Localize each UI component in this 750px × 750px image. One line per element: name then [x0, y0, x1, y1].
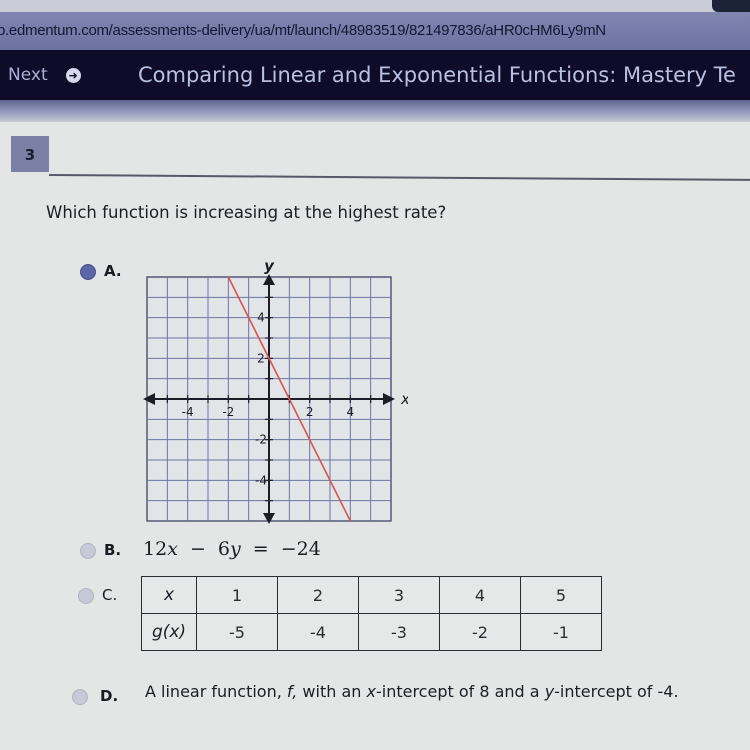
- table-cell: -3: [358, 613, 440, 651]
- x-tick-label: 4: [347, 405, 355, 419]
- table-cell: 3: [358, 576, 440, 614]
- table-row-x: x 1 2 3 4 5: [141, 576, 602, 614]
- option-a-graph: -4 -2 2 4 4 2 -2 -4 x y: [143, 258, 408, 524]
- text-part: -intercept of -4.: [554, 682, 679, 701]
- option-c-table: x 1 2 3 4 5 g(x) -5 -4 -3 -2 -1: [141, 576, 602, 651]
- y-tick-label: 2: [257, 351, 265, 365]
- option-b-radio[interactable]: [80, 543, 96, 559]
- option-c-label: C.: [102, 586, 118, 604]
- text-part-f: f,: [286, 682, 298, 701]
- table-cell: 5: [520, 576, 602, 614]
- url-text: p.edmentum.com/assessments-delivery/ua/m…: [0, 22, 606, 39]
- option-a-radio[interactable]: [80, 264, 96, 280]
- table-cell: 1: [196, 576, 278, 614]
- table-cell: 2: [277, 576, 359, 614]
- question-number-badge: 3: [11, 136, 49, 172]
- table-cell: -4: [277, 613, 359, 651]
- text-part-y: y: [544, 682, 555, 701]
- table-cell: -1: [520, 613, 602, 651]
- x-tick-label: -2: [222, 405, 234, 419]
- eq-minus: −: [189, 538, 206, 560]
- y-tick-label: -2: [255, 433, 267, 447]
- y-tick-label: 4: [257, 311, 265, 325]
- table-cell: -2: [439, 613, 521, 651]
- arrow-circle-right-icon: ➜: [65, 68, 81, 83]
- text-part: -intercept of 8 and a: [375, 682, 545, 701]
- eq-equals: =: [252, 538, 269, 560]
- option-d-radio[interactable]: [72, 689, 88, 705]
- table-header-gx: g(x): [141, 613, 197, 651]
- x-tick-label: -4: [182, 405, 194, 419]
- option-d-text: A linear function, f, with an x-intercep…: [145, 682, 679, 701]
- y-tick-label: -4: [255, 473, 267, 487]
- eq-coef-1: 12: [143, 538, 168, 560]
- eq-var-y: y: [230, 538, 241, 560]
- nav-shadow: [0, 100, 750, 122]
- text-part: A linear function,: [145, 682, 287, 701]
- address-bar[interactable]: p.edmentum.com/assessments-delivery/ua/m…: [0, 12, 750, 50]
- table-cell: 4: [439, 576, 521, 614]
- option-d-label: D.: [100, 687, 119, 705]
- x-axis-label: x: [400, 390, 408, 408]
- table-header-x: x: [141, 576, 197, 614]
- browser-top-strip: [0, 0, 750, 12]
- text-part: with an: [297, 682, 367, 701]
- table-cell: -5: [196, 613, 278, 651]
- next-label: Next: [8, 65, 48, 85]
- option-b-label: B.: [104, 541, 122, 559]
- table-row-gx: g(x) -5 -4 -3 -2 -1: [141, 613, 602, 651]
- option-a-label: A.: [104, 262, 122, 280]
- option-b-equation: 12x − 6y = −24: [143, 538, 321, 560]
- question-text: Which function is increasing at the high…: [46, 203, 447, 222]
- x-tick-label: 2: [306, 405, 314, 419]
- eq-coef-2: 6: [217, 538, 231, 560]
- eq-var-x: x: [167, 538, 178, 560]
- browser-tab-corner: [712, 0, 750, 12]
- text-part-x: x: [366, 682, 376, 701]
- y-axis-label: y: [264, 258, 275, 275]
- option-c-radio[interactable]: [78, 588, 94, 604]
- eq-rhs: −24: [280, 538, 321, 560]
